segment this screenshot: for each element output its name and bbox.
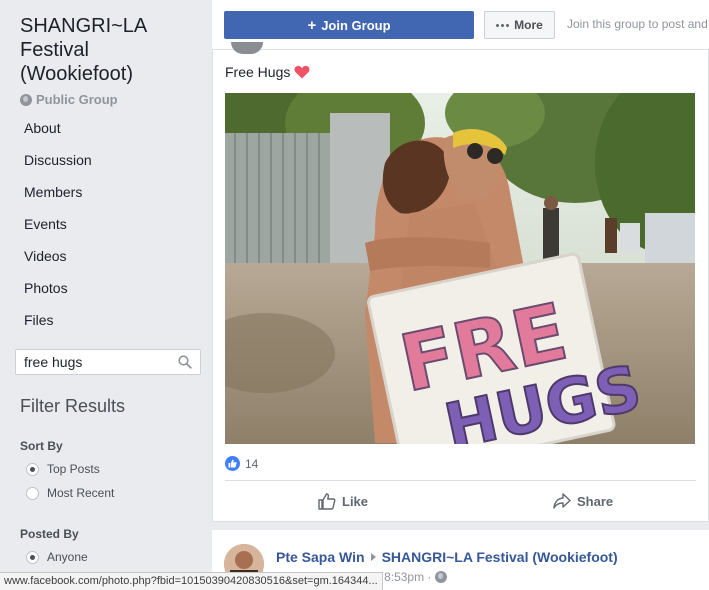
thumbs-up-icon	[318, 492, 336, 510]
reaction-count: 14	[245, 456, 259, 471]
like-reaction-icon	[225, 456, 240, 471]
nav-item-members[interactable]: Members	[0, 176, 212, 208]
author-name-link[interactable]: Pte Sapa Win	[276, 549, 365, 565]
posted-option-label: Anyone	[47, 550, 88, 564]
nav-item-about[interactable]: About	[0, 112, 212, 144]
nav-item-photos[interactable]: Photos	[0, 272, 212, 304]
search-icon[interactable]	[178, 355, 192, 369]
sort-option-label: Top Posts	[47, 462, 100, 476]
heart-emoji-icon	[294, 65, 310, 79]
plus-icon: +	[307, 16, 317, 34]
privacy-text: Public Group	[36, 92, 118, 107]
sort-option-most-recent[interactable]: Most Recent	[26, 486, 114, 500]
avatar[interactable]	[231, 42, 263, 54]
post-photo[interactable]: FRE HUGS	[225, 93, 695, 444]
privacy-label: Public Group	[20, 92, 118, 107]
group-action-bar: + Join Group More Join this group to pos…	[212, 0, 709, 50]
join-group-button[interactable]: + Join Group	[224, 11, 474, 39]
post-divider	[225, 480, 696, 481]
nav-item-discussion[interactable]: Discussion	[0, 144, 212, 176]
share-label: Share	[577, 493, 614, 509]
post-card: Free Hugs FRE HUGS 14 Like Share	[212, 42, 709, 522]
post-text: Free Hugs	[225, 64, 310, 80]
nav-item-events[interactable]: Events	[0, 208, 212, 240]
group-search-input[interactable]	[16, 350, 166, 374]
globe-icon	[435, 571, 448, 583]
like-button[interactable]: Like	[318, 488, 368, 514]
group-title[interactable]: SHANGRI~LA Festival (Wookiefoot)	[20, 14, 200, 86]
globe-icon	[20, 93, 32, 106]
posted-by-label: Posted By	[20, 527, 79, 541]
more-button[interactable]: More	[484, 11, 555, 39]
group-name-link[interactable]: SHANGRI~LA Festival (Wookiefoot)	[382, 549, 618, 565]
reaction-summary[interactable]: 14	[225, 456, 258, 471]
radio-checked-icon[interactable]	[26, 550, 39, 564]
more-label: More	[514, 18, 543, 32]
browser-status-bar: www.facebook.com/photo.php?fbid=10150390…	[0, 572, 383, 590]
sort-option-top-posts[interactable]: Top Posts	[26, 462, 100, 476]
share-arrow-icon	[553, 493, 571, 509]
sort-by-label: Sort By	[20, 439, 63, 453]
group-search-box	[15, 349, 201, 375]
sort-option-label: Most Recent	[47, 486, 115, 500]
nav-item-videos[interactable]: Videos	[0, 240, 212, 272]
like-label: Like	[342, 493, 369, 509]
group-sidebar: SHANGRI~LA Festival (Wookiefoot) Public …	[0, 0, 212, 590]
nav-item-files[interactable]: Files	[0, 304, 212, 336]
posted-option-anyone[interactable]: Anyone	[26, 550, 88, 564]
radio-checked-icon[interactable]	[26, 462, 39, 476]
triangle-right-icon	[370, 553, 376, 561]
radio-unchecked-icon[interactable]	[26, 486, 39, 500]
free-hugs-photo: FRE HUGS	[225, 93, 695, 444]
filter-results-title: Filter Results	[20, 396, 126, 416]
more-dots-icon	[496, 23, 510, 27]
join-group-label: Join Group	[321, 17, 391, 33]
post-message: Free Hugs	[225, 64, 291, 80]
group-nav: About Discussion Members Events Videos P…	[0, 112, 212, 336]
post-author-line: Pte Sapa Win SHANGRI~LA Festival (Wookie…	[276, 549, 618, 565]
share-button[interactable]: Share	[553, 488, 613, 514]
join-note: Join this group to post and	[567, 17, 708, 31]
